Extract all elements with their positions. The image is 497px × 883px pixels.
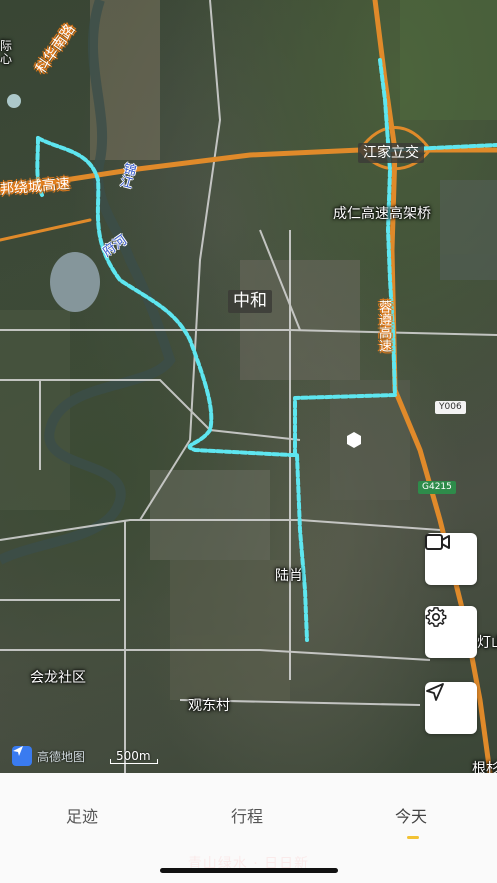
attribution-text: 高德地图 bbox=[37, 749, 86, 764]
scale-bar-label: 500m bbox=[116, 749, 151, 763]
label-chengren-bridge: 成仁高速高架桥 bbox=[333, 206, 431, 222]
label-luxiao: 陆肖 bbox=[275, 568, 303, 584]
shield-g4215: G4215 bbox=[418, 481, 456, 494]
label-huilong-community: 会龙社区 bbox=[30, 670, 86, 686]
record-button[interactable] bbox=[425, 533, 477, 585]
locate-button[interactable] bbox=[425, 682, 477, 734]
terrain-patches bbox=[0, 0, 497, 700]
tab-footprint[interactable]: 足迹 bbox=[66, 803, 98, 827]
map-canvas bbox=[0, 0, 497, 773]
stadium bbox=[50, 252, 100, 312]
label-dengshan: 灯山 bbox=[477, 635, 497, 651]
pond bbox=[7, 94, 21, 108]
tab-today[interactable]: 今天 bbox=[395, 803, 427, 827]
settings-button[interactable] bbox=[425, 606, 477, 658]
shield-y006: Y006 bbox=[435, 401, 466, 414]
label-zhonghe: 中和 bbox=[228, 290, 272, 313]
label-guandong-village: 观东村 bbox=[188, 698, 230, 714]
scale-bar: 500m bbox=[110, 749, 158, 764]
bottom-tab-bar: 足迹 行程 今天 青山绿水 · 日日新 bbox=[0, 773, 497, 883]
label-genke: 根杉 bbox=[472, 761, 497, 773]
label-chengren-highway: 蓉遵高速 bbox=[376, 300, 391, 352]
label-edge-topleft: 际 心 bbox=[0, 39, 13, 66]
active-tab-indicator bbox=[407, 836, 419, 839]
amap-logo-icon bbox=[12, 746, 32, 766]
label-jiangjia-interchange: 江家立交 bbox=[358, 143, 424, 163]
tab-trips[interactable]: 行程 bbox=[231, 803, 263, 827]
map-view[interactable]: 中和 陆肖 会龙社区 观东村 成仁高速高架桥 江家立交 灯山 根杉 际 心 科华… bbox=[0, 0, 497, 773]
home-indicator bbox=[160, 868, 338, 873]
map-attribution: 高德地图 bbox=[12, 745, 85, 767]
